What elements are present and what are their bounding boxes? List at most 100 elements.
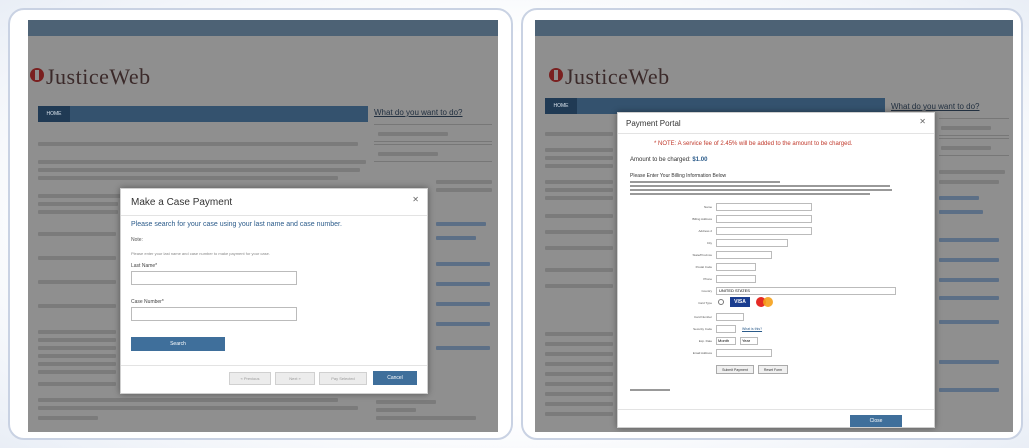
postal-code-label: Postal Code — [695, 265, 712, 269]
bg-link-line[interactable] — [436, 262, 490, 266]
bg-text-line — [38, 370, 116, 374]
bg-link-line[interactable] — [939, 296, 999, 300]
fine-print-line — [630, 189, 892, 191]
app-title: JusticeWeb — [46, 64, 151, 89]
bg-link-line[interactable] — [436, 236, 476, 240]
phone-input[interactable] — [716, 275, 756, 283]
email-input[interactable] — [716, 349, 772, 357]
tab-home[interactable]: HOME — [38, 106, 70, 122]
city-input[interactable] — [716, 239, 788, 247]
modal-instruction: Please search for your case using your l… — [131, 221, 342, 228]
state-select[interactable] — [716, 251, 772, 259]
sidebar-item-label — [378, 132, 448, 136]
next-button[interactable]: Next » — [275, 372, 315, 385]
sidebar-item-label — [941, 126, 991, 130]
close-icon[interactable]: ✕ — [412, 195, 419, 204]
right-screenshot-frame: JusticeWeb HOME What do you want to do? — [521, 8, 1023, 440]
divider — [618, 133, 934, 134]
bg-link-line[interactable] — [436, 222, 486, 226]
bg-text-line — [38, 142, 358, 146]
sidebar-item[interactable] — [374, 124, 492, 142]
sidebar-item-label — [941, 146, 991, 150]
bg-text-line — [545, 362, 613, 366]
bg-text-line — [545, 196, 613, 200]
phone-label: Phone — [703, 277, 712, 281]
divider — [121, 215, 427, 216]
billing-address-label: Billing Address — [692, 217, 712, 221]
case-number-label: Case Number* — [131, 299, 164, 305]
postal-code-input[interactable] — [716, 263, 756, 271]
bg-text-line — [939, 170, 1005, 174]
bg-text-line — [38, 346, 116, 350]
sidebar-item[interactable] — [939, 118, 1009, 136]
bg-text-line — [545, 284, 613, 288]
bg-text-line — [376, 408, 416, 412]
bg-link-line[interactable] — [939, 278, 999, 282]
billing-address-input[interactable] — [716, 215, 812, 223]
bg-link-line[interactable] — [939, 210, 983, 214]
amount-label: Amount to be charged: — [630, 157, 691, 163]
pay-selected-button[interactable]: Pay Selected — [319, 372, 367, 385]
bg-link-line[interactable] — [939, 258, 999, 262]
bg-text-line — [38, 416, 98, 420]
name-input[interactable] — [716, 203, 812, 211]
bg-text-line — [545, 246, 613, 250]
bg-text-line — [376, 416, 476, 420]
amount-value: $1.00 — [692, 157, 708, 163]
app-title: JusticeWeb — [565, 64, 670, 89]
bg-text-line — [545, 148, 613, 152]
bg-link-line[interactable] — [939, 320, 999, 324]
bg-link-line[interactable] — [939, 360, 999, 364]
submit-payment-button[interactable]: Submit Payment — [716, 365, 754, 374]
exp-month-select[interactable]: Month — [716, 337, 736, 345]
last-name-input[interactable] — [131, 271, 297, 285]
modal-title: Payment Portal — [626, 119, 681, 128]
bg-link-line[interactable] — [939, 388, 999, 392]
amount-to-charge: Amount to be charged: $1.00 — [630, 157, 707, 163]
bg-link-line[interactable] — [436, 346, 490, 350]
security-code-input[interactable] — [716, 325, 736, 333]
card-type-label: Card Type — [698, 301, 712, 305]
card-number-input[interactable] — [716, 313, 744, 321]
bg-text-line — [545, 352, 613, 356]
case-number-input[interactable] — [131, 307, 297, 321]
fine-print-line — [630, 185, 890, 187]
exp-year-select[interactable]: Year — [740, 337, 758, 345]
card-type-radio[interactable] — [718, 299, 724, 305]
tab-home[interactable]: HOME — [545, 98, 577, 114]
bg-text-line — [545, 132, 613, 136]
last-name-label: Last Name* — [131, 263, 158, 269]
security-code-label: Security Code — [693, 327, 712, 331]
bg-link-line[interactable] — [939, 196, 979, 200]
bg-link-line[interactable] — [939, 238, 999, 242]
bg-text-line — [545, 402, 613, 406]
country-select[interactable]: UNITED STATES — [716, 287, 896, 295]
bg-text-line — [38, 202, 118, 206]
close-icon[interactable]: ✕ — [919, 117, 926, 126]
cancel-button[interactable]: Cancel — [373, 371, 417, 385]
bg-link-line[interactable] — [436, 302, 490, 306]
fine-print-line — [630, 181, 780, 183]
sidebar-item[interactable] — [374, 144, 492, 162]
bg-link-line[interactable] — [436, 322, 490, 326]
bg-text-line — [545, 214, 613, 218]
bg-text-line — [38, 168, 360, 172]
bg-text-line — [38, 382, 116, 386]
close-button[interactable]: Close — [850, 415, 902, 427]
reset-form-button[interactable]: Reset Form — [758, 365, 788, 374]
bg-text-line — [38, 338, 116, 342]
bg-text-line — [545, 156, 613, 160]
search-button[interactable]: Search — [131, 337, 225, 351]
bg-text-line — [38, 194, 128, 198]
sidebar-item[interactable] — [939, 138, 1009, 156]
nav-bar: HOME — [38, 106, 368, 122]
bg-link-line[interactable] — [436, 282, 490, 286]
address-2-input[interactable] — [716, 227, 812, 235]
bg-text-line — [38, 160, 366, 164]
security-code-help-link[interactable]: What is this? — [742, 327, 762, 331]
bg-text-line — [38, 280, 116, 284]
payment-portal-modal: Payment Portal ✕ * NOTE: A service fee o… — [617, 112, 935, 428]
previous-button[interactable]: « Previous — [229, 372, 271, 385]
help-text: Please enter your last name and case num… — [131, 251, 270, 256]
bg-text-line — [545, 382, 613, 386]
